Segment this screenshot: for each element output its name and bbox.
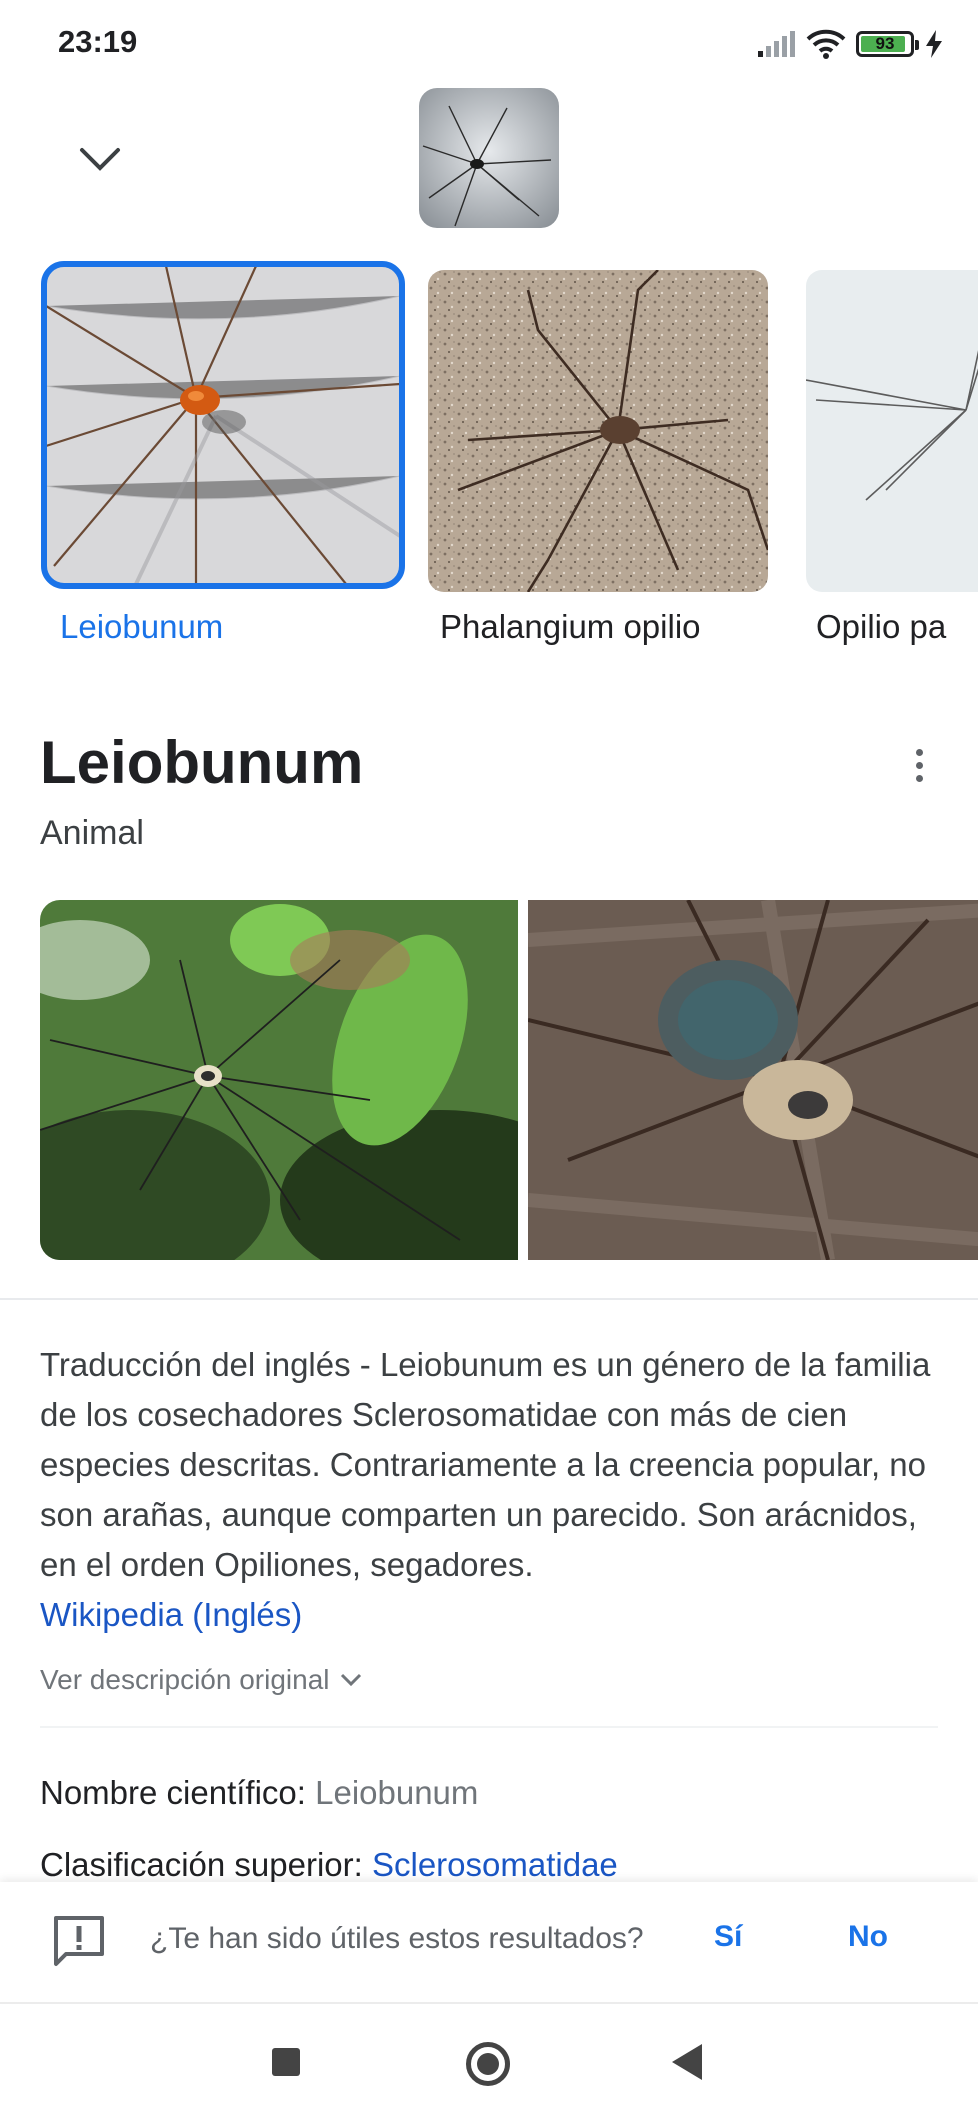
chevron-down-icon [340, 1673, 361, 1687]
battery-icon: 93 [856, 31, 919, 57]
image-gallery [0, 900, 978, 1262]
fact-value: Leiobunum [315, 1774, 479, 1811]
result-label: Opilio pa [816, 608, 947, 645]
wifi-icon [806, 29, 846, 59]
feedback-bar: ¿Te han sido útiles estos resultados? Sí… [0, 1882, 978, 2002]
status-bar: 23:19 93 [0, 0, 978, 86]
see-original-label: Ver descripción original [40, 1664, 330, 1695]
navigation-bar [0, 2002, 978, 2121]
fact-scientific-name: Nombre científico: Leiobunum [40, 1774, 478, 1812]
charging-icon [926, 30, 942, 58]
feedback-icon[interactable] [52, 1914, 106, 1968]
fact-label: Clasificación superior: [40, 1846, 363, 1883]
description-text: Traducción del inglés - Leiobunum es un … [40, 1346, 931, 1583]
recents-icon[interactable] [272, 2048, 300, 2076]
feedback-no-button[interactable]: No [848, 1920, 888, 1954]
gallery-image-2[interactable] [528, 900, 978, 1260]
result-image [806, 270, 978, 592]
more-vert-icon [915, 748, 923, 756]
status-icons: 93 [756, 26, 944, 62]
home-icon[interactable] [466, 2042, 510, 2086]
status-time: 23:19 [58, 24, 138, 59]
result-label: Leiobunum [60, 608, 224, 645]
result-image [428, 270, 768, 592]
back-icon[interactable] [672, 2044, 702, 2080]
result-label: Phalangium opilio [440, 608, 701, 645]
fact-label: Nombre científico: [40, 1774, 306, 1811]
results-carousel: Leiobunum Phalangium opilio Opilio pa [0, 258, 978, 658]
fact-value-link[interactable]: Sclerosomatidae [372, 1846, 618, 1883]
source-link[interactable]: Wikipedia (Inglés) [40, 1596, 302, 1633]
signal-icon [758, 31, 795, 57]
feedback-question: ¿Te han sido útiles estos resultados? [150, 1922, 644, 1955]
battery-percent: 93 [875, 34, 895, 53]
more-options-button[interactable] [894, 740, 944, 790]
entity-description: Traducción del inglés - Leiobunum es un … [40, 1340, 960, 1640]
fact-parent-taxon: Clasificación superior: Sclerosomatidae [40, 1846, 618, 1884]
entity-subtitle: Animal [40, 814, 144, 852]
collapse-button[interactable] [70, 134, 130, 184]
see-original-toggle[interactable]: Ver descripción original [40, 1664, 362, 1696]
section-divider [0, 1298, 978, 1300]
gallery-image-1[interactable] [40, 900, 518, 1260]
section-divider [40, 1726, 938, 1728]
feedback-yes-button[interactable]: Sí [714, 1920, 742, 1954]
query-image-thumbnail[interactable] [419, 88, 559, 228]
result-image [41, 261, 405, 589]
entity-title: Leiobunum [40, 729, 364, 796]
chevron-down-icon [80, 148, 120, 171]
